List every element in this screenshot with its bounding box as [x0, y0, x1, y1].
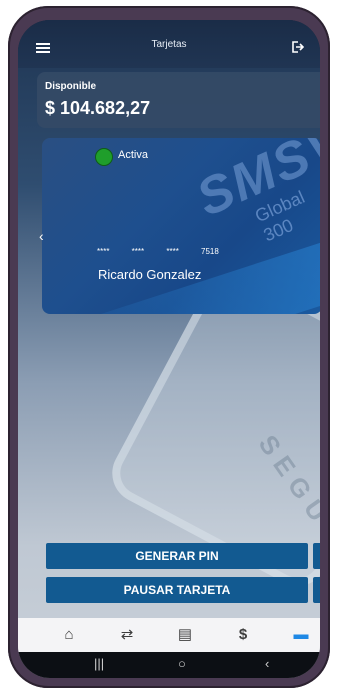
- balance-card: Disponible $ 104.682,27: [37, 72, 320, 128]
- pause-card-button[interactable]: PAUSAR TARJETA: [46, 577, 308, 603]
- phone-frame: SEGU Tarjetas Disponible $ 104.682,27 SM…: [8, 6, 330, 688]
- document-icon: ▤: [177, 626, 193, 643]
- nav-cards[interactable]: ▬: [290, 624, 312, 646]
- logout-icon[interactable]: [290, 40, 304, 54]
- bottom-navigation: ⌂ ⇄ ▤ $ ▬: [18, 618, 320, 652]
- system-navigation-bar: ||| ○ ‹: [18, 652, 320, 678]
- status-indicator-icon: [95, 148, 113, 166]
- generate-pin-button[interactable]: GENERAR PIN: [46, 543, 308, 569]
- page-title: Tarjetas: [151, 39, 187, 50]
- card-carousel: SMSV Global 300 Activa **** **** **** 75…: [18, 138, 320, 318]
- nav-documents[interactable]: ▤: [174, 624, 196, 646]
- app-header: Tarjetas: [18, 20, 320, 68]
- card-number: **** **** **** 7518: [97, 247, 219, 256]
- card-status-label: Activa: [118, 149, 148, 161]
- balance-value: $ 104.682,27: [45, 98, 151, 118]
- transfer-icon: ⇄: [120, 626, 134, 643]
- credit-card[interactable]: SMSV Global 300 Activa **** **** **** 75…: [42, 138, 320, 314]
- nav-transfers[interactable]: ⇄: [116, 624, 138, 646]
- phone-screen-bezel: SEGU Tarjetas Disponible $ 104.682,27 SM…: [18, 20, 320, 678]
- card-icon: ▬: [293, 626, 309, 643]
- dollar-icon: $: [238, 626, 248, 643]
- card-holder-name: Ricardo Gonzalez: [98, 267, 202, 282]
- balance-label: Disponible: [45, 81, 97, 92]
- recent-apps-icon[interactable]: |||: [94, 656, 104, 671]
- generate-pin-info-button[interactable]: i: [313, 543, 320, 569]
- nav-home[interactable]: ⌂: [58, 624, 80, 646]
- app-screen: SEGU Tarjetas Disponible $ 104.682,27 SM…: [18, 20, 320, 678]
- pause-card-info-button[interactable]: i: [313, 577, 320, 603]
- home-icon: ⌂: [64, 626, 74, 643]
- home-button-icon[interactable]: ○: [178, 656, 186, 671]
- nav-payments[interactable]: $: [232, 624, 254, 646]
- chevron-left-icon[interactable]: ‹: [39, 228, 44, 244]
- back-button-icon[interactable]: ‹: [265, 656, 269, 671]
